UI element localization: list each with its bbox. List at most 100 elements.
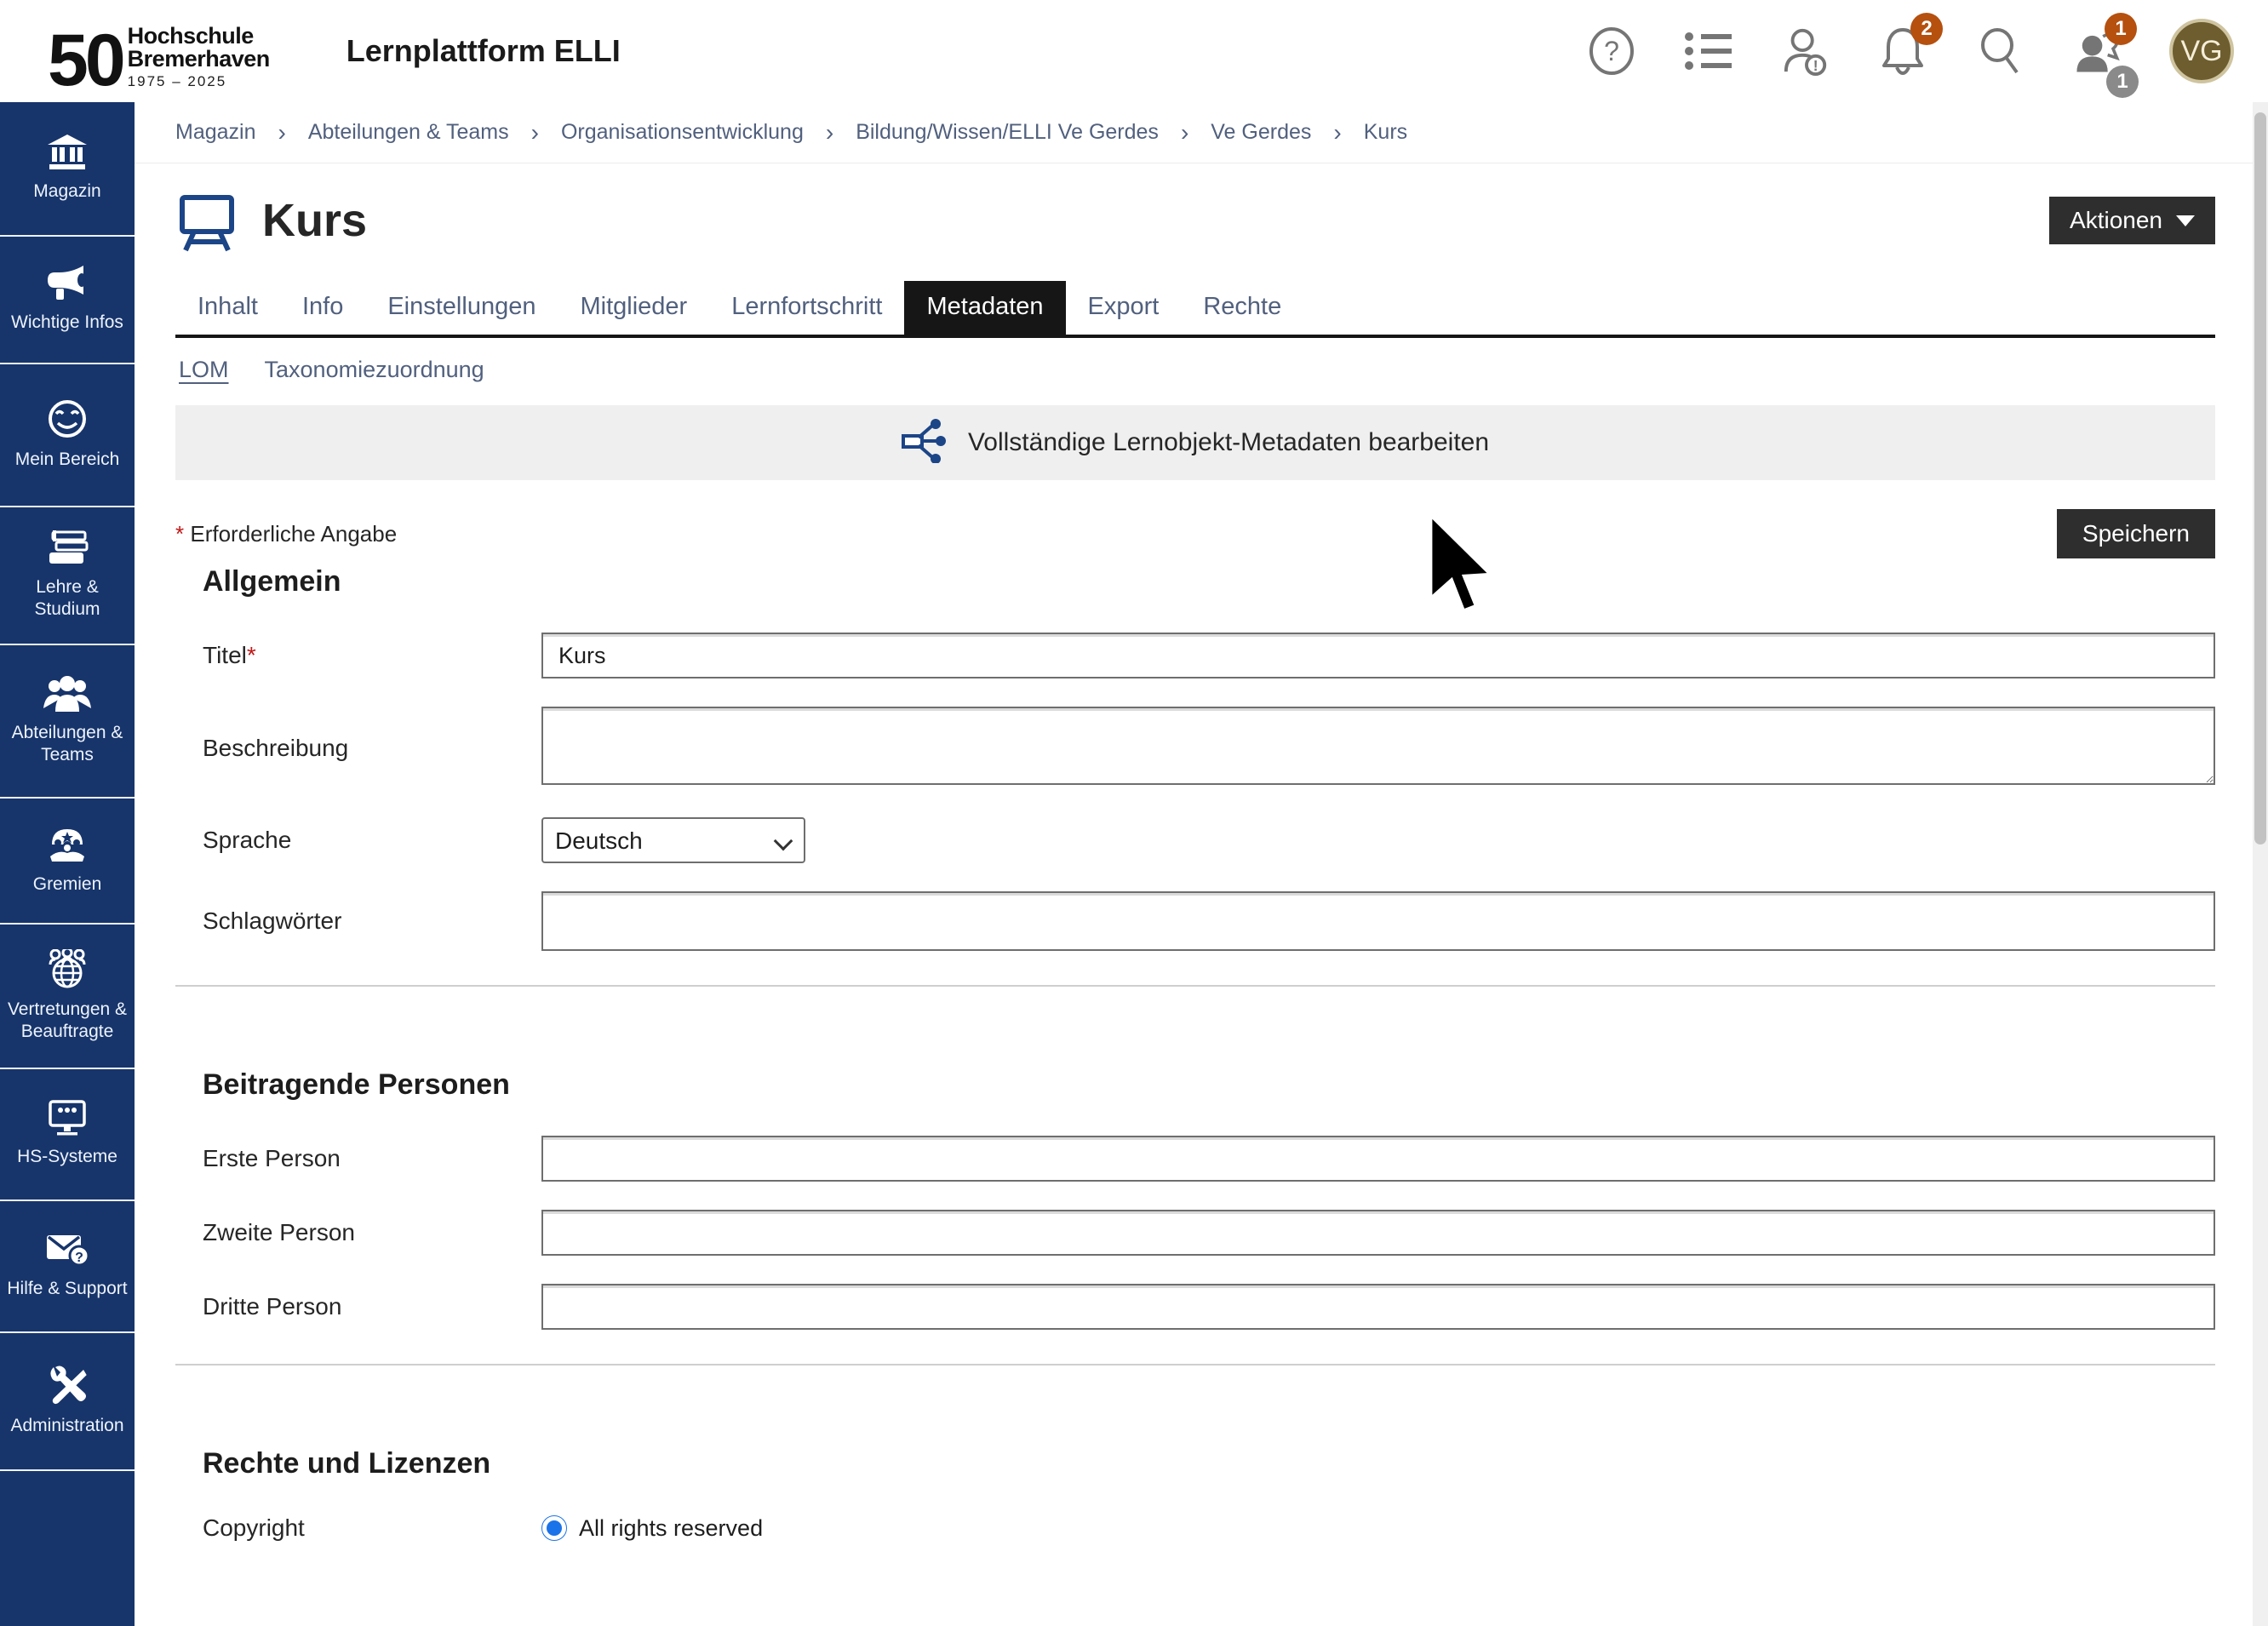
tab-metadaten[interactable]: Metadaten <box>904 281 1065 335</box>
breadcrumb-separator: › <box>1333 119 1341 146</box>
avatar[interactable]: VG <box>2169 19 2234 83</box>
copyright-label: Copyright <box>203 1514 541 1542</box>
main-sidebar: Magazin Wichtige Infos Mein Bereich Lehr… <box>0 102 135 1626</box>
required-note: * Erforderliche Angabe <box>175 521 397 547</box>
breadcrumb-item-magazin[interactable]: Magazin <box>175 120 256 145</box>
search-icon[interactable] <box>1975 26 2025 76</box>
breadcrumb-item-kurs[interactable]: Kurs <box>1364 120 1407 145</box>
beschreibung-textarea[interactable] <box>541 707 2215 785</box>
sprache-select[interactable]: Deutsch <box>541 817 805 863</box>
section-heading-rechte: Rechte und Lizenzen <box>203 1447 2215 1480</box>
field-row-schlagwoerter: Schlagwörter <box>203 891 2215 951</box>
contacts-badge-top: 1 <box>2105 13 2137 45</box>
sprache-label: Sprache <box>203 827 541 854</box>
vertical-scrollbar[interactable] <box>2253 102 2268 1626</box>
sidebar-item-label: HS-Systeme <box>17 1146 117 1168</box>
sidebar-item-label: Mein Bereich <box>15 449 120 471</box>
notifications-icon[interactable]: 2 <box>1878 26 1927 76</box>
page-title: Kurs <box>262 194 367 247</box>
erste-person-input[interactable] <box>541 1136 2215 1182</box>
sidebar-item-mein-bereich[interactable]: Mein Bereich <box>0 364 135 507</box>
contacts-icon[interactable]: 1 1 <box>2072 26 2122 76</box>
contacts-badge-bottom: 1 <box>2106 66 2139 98</box>
sidebar-item-administration[interactable]: Administration <box>0 1333 135 1471</box>
sidebar-item-magazin[interactable]: Magazin <box>0 102 135 237</box>
breadcrumb: Magazin › Abteilungen & Teams › Organisa… <box>135 102 2253 163</box>
schlagwoerter-label: Schlagwörter <box>203 907 541 935</box>
globe-people-icon <box>45 949 89 988</box>
course-board-icon <box>175 189 238 252</box>
hochschule-bremerhaven-logo[interactable]: 50 Hochschule Bremerhaven 1975 – 2025 <box>48 9 270 94</box>
tools-icon <box>47 1365 88 1405</box>
field-row-beschreibung: Beschreibung <box>203 707 2215 789</box>
breadcrumb-item-organisationsentwicklung[interactable]: Organisationsentwicklung <box>561 120 804 145</box>
zweite-person-input[interactable] <box>541 1210 2215 1256</box>
tab-inhalt[interactable]: Inhalt <box>175 281 280 335</box>
subtab-taxonomiezuordnung[interactable]: Taxonomiezuordnung <box>265 357 484 383</box>
metadata-form: Allgemein Titel* Beschreibung Sprache De… <box>135 558 2253 1542</box>
sidebar-item-abteilungen-teams[interactable]: Abteilungen & Teams <box>0 645 135 799</box>
user-status-icon[interactable]: ! <box>1781 26 1830 76</box>
tab-mitglieder[interactable]: Mitglieder <box>558 281 709 335</box>
erste-person-label: Erste Person <box>203 1145 541 1172</box>
chevron-down-icon <box>2176 215 2195 226</box>
aktionen-button-label: Aktionen <box>2070 207 2162 234</box>
breadcrumb-item-ve-gerdes[interactable]: Ve Gerdes <box>1211 120 1311 145</box>
titel-label: Titel* <box>203 642 541 669</box>
tab-info[interactable]: Info <box>280 281 365 335</box>
aktionen-button[interactable]: Aktionen <box>2049 197 2215 244</box>
sidebar-item-lehre-studium[interactable]: Lehre & Studium <box>0 507 135 645</box>
subtab-bar: LOM Taxonomiezuordnung <box>135 338 2253 392</box>
field-row-titel: Titel* <box>203 633 2215 678</box>
breadcrumb-separator: › <box>1181 119 1188 146</box>
people-group-icon <box>43 676 91 712</box>
assembly-icon <box>46 826 89 863</box>
top-header: 50 Hochschule Bremerhaven 1975 – 2025 Le… <box>0 0 2268 102</box>
breadcrumb-separator: › <box>531 119 539 146</box>
required-asterisk: * <box>247 642 256 668</box>
beschreibung-label: Beschreibung <box>203 735 541 762</box>
list-icon[interactable] <box>1684 26 1733 76</box>
breadcrumb-item-abteilungen[interactable]: Abteilungen & Teams <box>308 120 509 145</box>
tab-einstellungen[interactable]: Einstellungen <box>365 281 558 335</box>
titel-input[interactable] <box>541 633 2215 678</box>
notifications-badge: 2 <box>1910 13 1943 45</box>
field-row-dritte-person: Dritte Person <box>203 1284 2215 1330</box>
scrollbar-thumb[interactable] <box>2254 112 2266 844</box>
breadcrumb-item-bildung-wissen[interactable]: Bildung/Wissen/ELLI Ve Gerdes <box>856 120 1159 145</box>
logo-50: 50 <box>48 28 123 94</box>
smiley-icon <box>48 399 87 438</box>
bank-icon <box>48 135 87 170</box>
dritte-person-label: Dritte Person <box>203 1293 541 1320</box>
subtab-lom[interactable]: LOM <box>179 357 229 383</box>
section-heading-beitragende: Beitragende Personen <box>203 1068 2215 1102</box>
sidebar-filler <box>0 1471 135 1626</box>
sidebar-item-label: Wichtige Infos <box>11 312 123 334</box>
books-icon <box>46 530 89 566</box>
sidebar-item-label: Administration <box>10 1415 123 1437</box>
sidebar-item-vertretungen-beauftragte[interactable]: Vertretungen & Beauftragte <box>0 925 135 1069</box>
tab-rechte[interactable]: Rechte <box>1181 281 1303 335</box>
sidebar-item-hs-systeme[interactable]: HS-Systeme <box>0 1069 135 1201</box>
sidebar-item-gremien[interactable]: Gremien <box>0 799 135 925</box>
form-toolbar: * Erforderliche Angabe Speichern <box>135 480 2253 558</box>
zweite-person-label: Zweite Person <box>203 1219 541 1246</box>
megaphone-icon <box>46 266 89 301</box>
svg-text:!: ! <box>1813 57 1818 74</box>
copyright-radio-all-rights-reserved[interactable] <box>541 1515 567 1541</box>
required-note-text: Erforderliche Angabe <box>190 521 397 547</box>
schlagwoerter-input[interactable] <box>541 891 2215 951</box>
tab-lernfortschritt[interactable]: Lernfortschritt <box>709 281 904 335</box>
sidebar-item-hilfe-support[interactable]: ? Hilfe & Support <box>0 1201 135 1333</box>
field-row-sprache: Sprache Deutsch <box>203 817 2215 863</box>
help-icon[interactable]: ? <box>1587 26 1636 76</box>
full-metadata-banner-link[interactable]: Vollständige Lernobjekt-Metadaten bearbe… <box>175 405 2215 480</box>
breadcrumb-separator: › <box>278 119 286 146</box>
sidebar-item-label: Gremien <box>33 873 102 896</box>
app-window: 50 Hochschule Bremerhaven 1975 – 2025 Le… <box>0 0 2268 1626</box>
sidebar-item-wichtige-infos[interactable]: Wichtige Infos <box>0 237 135 364</box>
speichern-button[interactable]: Speichern <box>2057 509 2215 558</box>
section-heading-allgemein: Allgemein <box>203 565 2215 598</box>
dritte-person-input[interactable] <box>541 1284 2215 1330</box>
tab-export[interactable]: Export <box>1066 281 1182 335</box>
